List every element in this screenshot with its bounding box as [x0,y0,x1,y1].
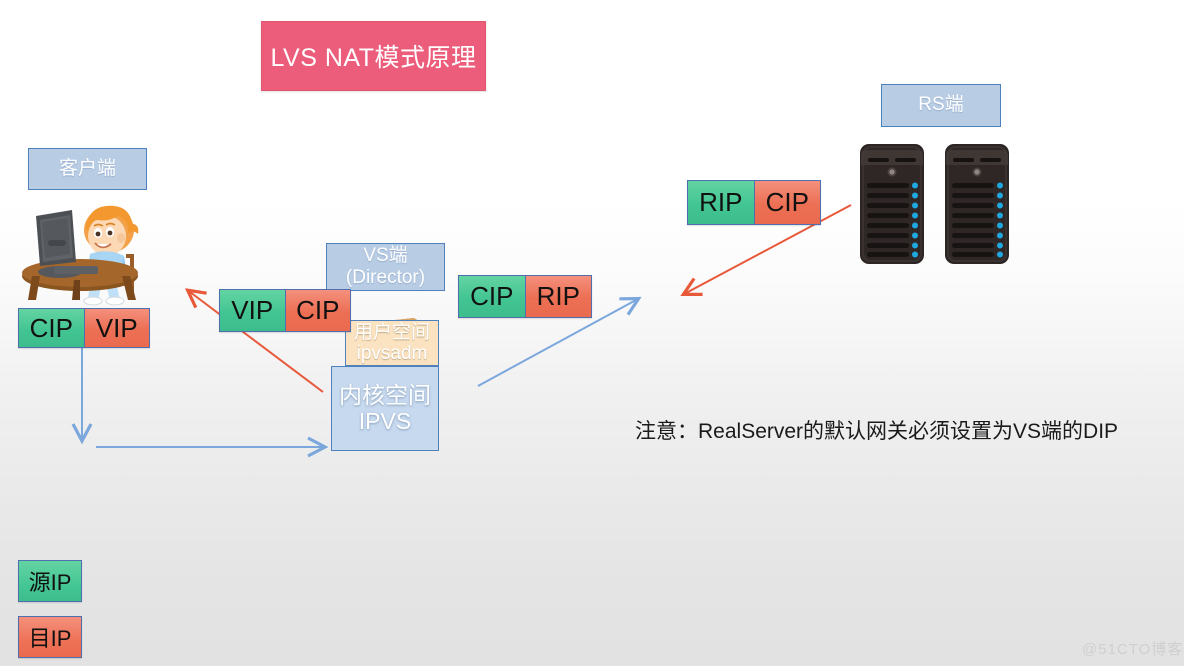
arrow-layer-under [0,204,852,666]
packet-client-dst: VIP [83,309,149,347]
kernel-space-line1: 内核空间 [339,381,431,408]
page-title: LVS NAT模式原理 [261,21,486,91]
packet-director-out-src: VIP [220,290,285,331]
note-text: 注意：RealServer的默认网关必须设置为VS端的DIP [635,420,1119,443]
packet-from-rs-src: RIP [688,181,754,224]
legend-dest-ip: 目IP [18,616,82,658]
client-computer-illustration [22,205,139,306]
vs-label-line2: (Director) [345,267,426,288]
real-server-2-illustration [945,144,1009,264]
legend-source-ip: 源IP [18,560,82,602]
packet-from-rs: RIP CIP [687,180,821,225]
watermark: @51CTO博客 [1082,641,1184,658]
user-space-line2: ipvsadm [356,343,428,364]
kernel-space-line2: IPVS [358,407,412,434]
packet-to-rs-dst: RIP [524,276,591,317]
packet-director-out: VIP CIP [219,289,351,332]
rs-label: RS端 [881,84,1001,127]
vs-label-line1: VS端 [363,244,408,266]
packet-client-src: CIP [19,309,84,347]
packet-to-rs-src: CIP [459,276,525,317]
user-space-line1: 用户空间 [353,321,430,343]
packet-client: CIP VIP [18,308,150,348]
user-space-box: 用户空间 ipvsadm [345,320,439,366]
diagram-canvas: LVS NAT模式原理 客户端 CIP VIP VS端 (Director) 用… [0,0,1184,666]
packet-director-out-dst: CIP [284,290,350,331]
real-server-1-illustration [860,144,924,264]
client-label: 客户端 [28,148,147,190]
packet-from-rs-dst: CIP [753,181,820,224]
vs-label: VS端 (Director) [326,243,445,291]
packet-to-rs: CIP RIP [458,275,592,318]
kernel-space-box: 内核空间 IPVS [331,366,439,451]
